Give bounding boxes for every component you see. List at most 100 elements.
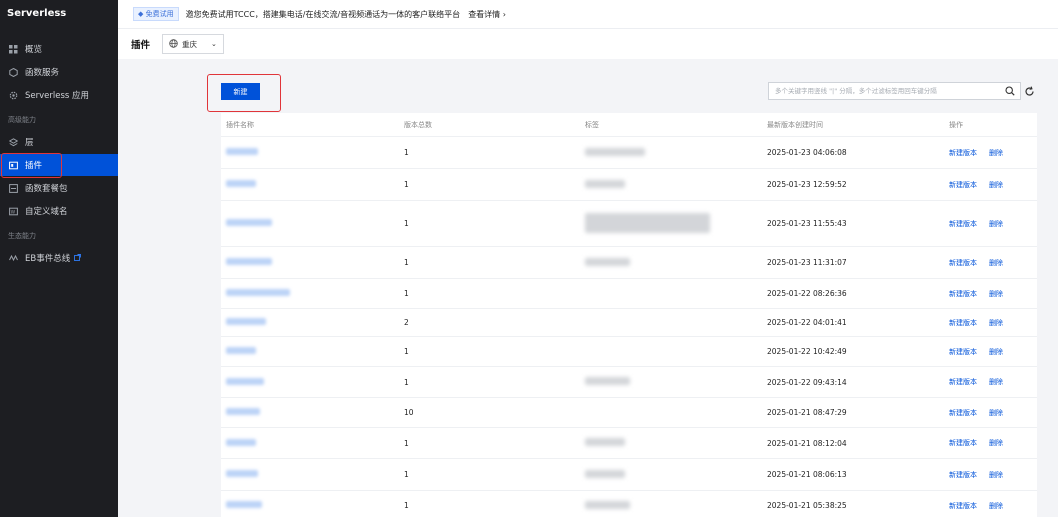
version-count: 1	[404, 180, 409, 189]
new-version-link[interactable]: 新建版本	[949, 148, 977, 158]
new-version-link[interactable]: 新建版本	[949, 289, 977, 299]
created-time: 2025-01-23 04:06:08	[767, 148, 847, 157]
created-time: 2025-01-23 12:59:52	[767, 180, 847, 189]
plugin-name-link[interactable]	[226, 258, 272, 265]
new-version-link[interactable]: 新建版本	[949, 258, 977, 268]
plugin-name-link[interactable]	[226, 377, 264, 385]
sidebar-item-package[interactable]: 函数套餐包	[0, 177, 118, 199]
tag-cell	[585, 257, 630, 266]
new-version-link[interactable]: 新建版本	[949, 318, 977, 328]
plugin-name-link[interactable]	[226, 289, 290, 296]
region-select[interactable]: 重庆 ⌄	[162, 34, 224, 54]
table-row: 1 2025-01-23 11:55:43 新建版本 删除	[221, 201, 1037, 247]
sidebar-item-label: 函数套餐包	[25, 184, 68, 194]
new-version-link[interactable]: 新建版本	[949, 377, 977, 387]
created-time: 2025-01-22 10:42:49	[767, 347, 847, 356]
free-trial-badge: ◆ 免费试用	[133, 7, 179, 21]
table-row: 1 2025-01-23 11:31:07 新建版本 删除	[221, 247, 1037, 279]
sidebar-item-label: 层	[25, 138, 34, 148]
sidebar-section-advanced: 高级能力	[8, 116, 36, 124]
version-count: 1	[404, 438, 409, 448]
sidebar-item-custom-domain[interactable]: W 自定义域名	[0, 200, 118, 222]
plugin-name-link[interactable]	[226, 180, 256, 187]
svg-text:W: W	[10, 209, 15, 215]
delete-link[interactable]: 删除	[989, 347, 1003, 357]
version-count: 1	[404, 470, 409, 479]
plugin-name-link[interactable]	[226, 408, 260, 415]
view-details-link[interactable]: 查看详情 ›	[468, 9, 506, 20]
table-row: 1 2025-01-23 12:59:52 新建版本 删除	[221, 169, 1037, 201]
created-time: 2025-01-22 04:01:41	[767, 318, 847, 327]
version-count: 1	[404, 347, 409, 356]
delete-link[interactable]: 删除	[989, 377, 1003, 387]
main-content: 新建 插件名称 版本总数 标签 最新版本创建时间 操作 1 2025-01-23…	[118, 59, 1058, 517]
created-time: 2025-01-23 11:31:07	[767, 258, 847, 267]
version-count: 2	[404, 318, 409, 327]
plugin-name-link[interactable]	[226, 219, 272, 226]
created-time: 2025-01-22 08:26:36	[767, 289, 847, 298]
region-value: 重庆	[182, 39, 198, 49]
refresh-icon[interactable]	[1024, 86, 1035, 99]
plugin-name-link[interactable]	[226, 148, 258, 155]
column-header: 插件名称	[226, 120, 254, 129]
grid-icon	[8, 44, 18, 54]
table-row: 1 2025-01-22 09:43:14 新建版本 删除	[221, 367, 1037, 398]
created-time: 2025-01-21 08:47:29	[767, 408, 847, 417]
table-row: 2 2025-01-22 04:01:41 新建版本 删除	[221, 309, 1037, 337]
plugin-name-link[interactable]	[226, 501, 262, 508]
plugin-name-link[interactable]	[226, 347, 256, 354]
package-icon	[8, 183, 18, 193]
delete-link[interactable]: 删除	[989, 258, 1003, 268]
delete-link[interactable]: 删除	[989, 148, 1003, 158]
sidebar-item-overview[interactable]: 概览	[0, 38, 118, 60]
version-count: 1	[404, 258, 409, 267]
new-version-link[interactable]: 新建版本	[949, 470, 977, 480]
new-version-link[interactable]: 新建版本	[949, 408, 977, 418]
delete-link[interactable]: 删除	[989, 501, 1003, 511]
domain-icon: W	[8, 206, 18, 216]
created-time: 2025-01-21 08:06:13	[767, 470, 847, 479]
new-version-link[interactable]: 新建版本	[949, 438, 977, 448]
function-icon	[8, 67, 18, 77]
plugin-name-link[interactable]	[226, 438, 256, 446]
new-version-link[interactable]: 新建版本	[949, 219, 977, 229]
delete-link[interactable]: 删除	[989, 318, 1003, 328]
plugin-name-link[interactable]	[226, 318, 266, 325]
delete-link[interactable]: 删除	[989, 470, 1003, 480]
search-box	[768, 82, 1021, 100]
table-row: 10 2025-01-21 08:47:29 新建版本 删除	[221, 398, 1037, 428]
sidebar-item-label: EB事件总线	[25, 254, 71, 264]
tag-cell	[585, 179, 625, 188]
new-version-link[interactable]: 新建版本	[949, 501, 977, 511]
table-row: 1 2025-01-22 10:42:49 新建版本 删除	[221, 337, 1037, 367]
tag-cell	[585, 212, 710, 233]
new-version-link[interactable]: 新建版本	[949, 180, 977, 190]
new-plugin-button[interactable]: 新建	[221, 83, 260, 100]
sidebar-item-label: Serverless 应用	[25, 91, 90, 101]
plugin-name-link[interactable]	[226, 470, 258, 477]
sidebar-section-ecosystem: 生态能力	[8, 232, 36, 240]
delete-link[interactable]: 删除	[989, 219, 1003, 229]
version-count: 1	[404, 501, 409, 510]
created-time: 2025-01-21 08:12:04	[767, 438, 847, 448]
delete-link[interactable]: 删除	[989, 408, 1003, 418]
sidebar-item-eventbus[interactable]: EB事件总线	[0, 247, 118, 269]
page-header: 插件 重庆 ⌄	[118, 28, 1058, 59]
sidebar-item-serverless-app[interactable]: Serverless 应用	[0, 84, 118, 106]
sidebar-item-functions[interactable]: 函数服务	[0, 61, 118, 83]
delete-link[interactable]: 删除	[989, 180, 1003, 190]
search-input[interactable]	[775, 87, 1000, 95]
sidebar-item-layers[interactable]: 层	[0, 131, 118, 153]
tag-cell	[585, 377, 630, 385]
new-version-link[interactable]: 新建版本	[949, 347, 977, 357]
delete-link[interactable]: 删除	[989, 289, 1003, 299]
version-count: 10	[404, 408, 414, 417]
delete-link[interactable]: 删除	[989, 438, 1003, 448]
created-time: 2025-01-23 11:55:43	[767, 219, 847, 228]
tag-cell	[585, 438, 625, 446]
sidebar-title: Serverless	[7, 8, 67, 19]
version-count: 1	[404, 219, 409, 228]
search-icon[interactable]	[1005, 86, 1015, 98]
gear-icon	[8, 90, 18, 100]
free-trial-badge-label: 免费试用	[145, 10, 174, 18]
